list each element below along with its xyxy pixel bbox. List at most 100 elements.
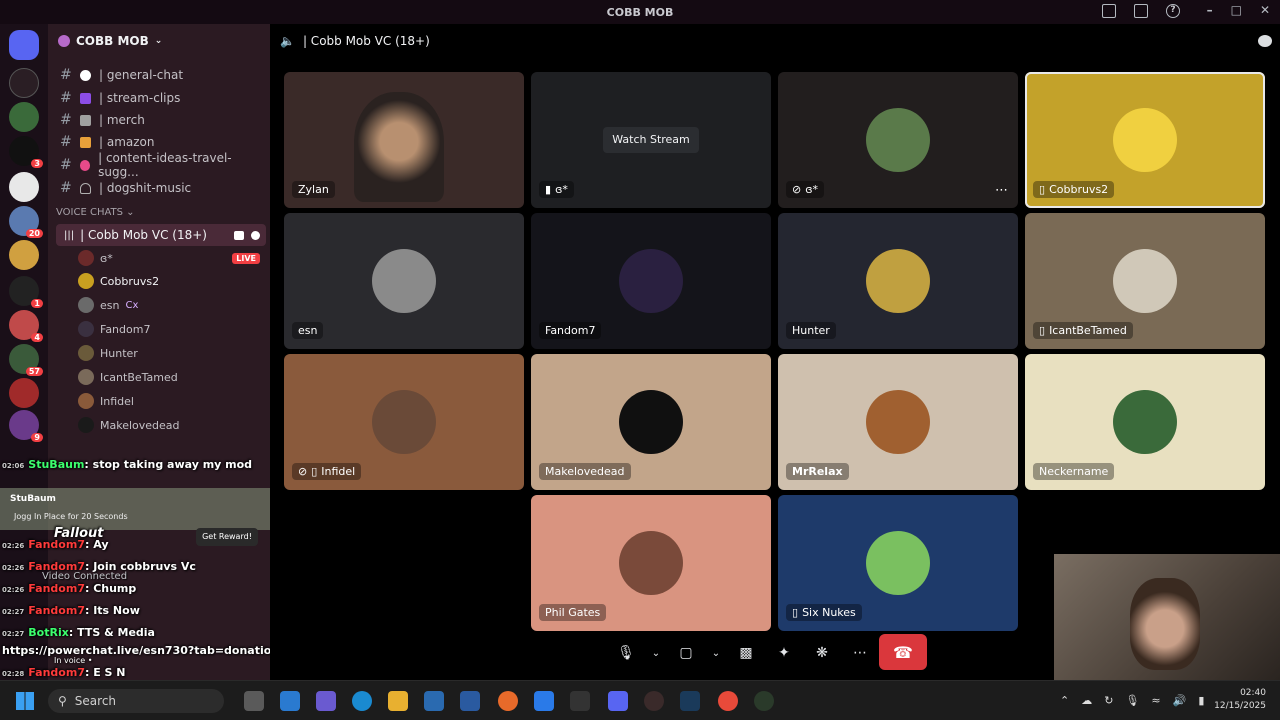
avatar: [78, 345, 94, 361]
disconnect-button[interactable]: ☎: [879, 634, 927, 670]
participant-tile[interactable]: Hunter: [778, 213, 1018, 349]
member-name: Infidel: [100, 394, 134, 408]
edge-icon[interactable]: [352, 691, 372, 711]
search-label: Search: [74, 694, 117, 708]
chat-message: 02:26 Fandom7: Chump: [2, 582, 136, 595]
get-reward-button[interactable]: Get Reward!: [196, 528, 258, 546]
soundboard-icon[interactable]: ❋: [808, 639, 836, 667]
help-icon[interactable]: ?: [1166, 4, 1180, 18]
screen-share-icon[interactable]: ▩: [732, 639, 760, 667]
voice-member[interactable]: IcantBeTamed: [78, 366, 264, 388]
file-explorer-icon[interactable]: [388, 691, 408, 711]
channel-merch[interactable]: # | merch: [56, 109, 262, 131]
chat-icon[interactable]: [234, 230, 244, 240]
participant-tile[interactable]: Zylan: [284, 72, 524, 208]
invite-icon[interactable]: [251, 230, 260, 240]
cloud-icon[interactable]: ☁: [1081, 694, 1092, 707]
voice-channel[interactable]: ||| | Cobb Mob VC (18+): [56, 224, 266, 246]
camera-off-icon[interactable]: ▢: [672, 639, 700, 667]
mail-icon[interactable]: [460, 691, 480, 711]
task-view-icon[interactable]: [244, 691, 264, 711]
channel-amazon[interactable]: # | amazon: [56, 131, 262, 153]
server-icon[interactable]: [9, 410, 44, 442]
participant-tile[interactable]: esn: [284, 213, 524, 349]
voice-member[interactable]: ɞ* LIVE: [78, 247, 264, 269]
server-icon[interactable]: [9, 206, 43, 238]
inbox-icon[interactable]: [1102, 4, 1116, 18]
close-button[interactable]: ✕: [1260, 3, 1270, 17]
participant-tile[interactable]: ▯ Cobbruvs2: [1025, 72, 1265, 208]
voice-member[interactable]: Infidel: [78, 390, 264, 412]
chrome-icon[interactable]: [718, 691, 738, 711]
server-icon[interactable]: [9, 172, 39, 202]
participant-name: ɞ*: [555, 183, 568, 196]
add-server-icon[interactable]: [9, 68, 39, 98]
discord-home-icon[interactable]: [9, 30, 39, 60]
channel-stream-clips[interactable]: # | stream-clips: [56, 87, 262, 109]
participant-tile[interactable]: ⊘ ▯ Infidel: [284, 354, 524, 490]
chevron-up-icon[interactable]: ⌃: [1060, 694, 1069, 707]
channel-content-ideas[interactable]: # | content-ideas-travel-sugg...: [56, 151, 262, 179]
sync-icon[interactable]: ↻: [1104, 694, 1113, 707]
server-icon[interactable]: [9, 240, 39, 270]
dropbox-icon[interactable]: [534, 691, 554, 711]
activities-icon[interactable]: ✦: [770, 639, 798, 667]
server-icon[interactable]: [9, 102, 39, 132]
voice-chats-category[interactable]: VOICE CHATS ⌄: [56, 207, 135, 218]
microphone-icon[interactable]: 🎙: [612, 639, 640, 667]
channel-label: | stream-clips: [99, 91, 181, 105]
voice-member[interactable]: Fandom7: [78, 318, 264, 340]
search-box[interactable]: ⚲ Search: [48, 689, 224, 713]
wifi-icon[interactable]: ≈: [1151, 694, 1160, 707]
store-icon[interactable]: [424, 691, 444, 711]
participant-tile[interactable]: Watch Stream ▮ ɞ*: [531, 72, 771, 208]
participant-tile[interactable]: ⊘ ɞ* ⋯: [778, 72, 1018, 208]
chevron-down-icon[interactable]: ⌄: [650, 639, 662, 667]
voice-member[interactable]: Hunter: [78, 342, 264, 364]
volume-icon[interactable]: 🔊: [1173, 694, 1187, 707]
channel-general-chat[interactable]: # | general-chat: [56, 64, 262, 86]
participant-tag: ▯ Six Nukes: [786, 604, 862, 621]
windows-start-icon[interactable]: [16, 692, 34, 710]
microphone-icon[interactable]: 🎙: [1125, 694, 1139, 707]
more-options-icon[interactable]: ⋯: [995, 183, 1008, 198]
maximize-button[interactable]: □: [1231, 3, 1242, 17]
voice-channel-label: | Cobb Mob VC (18+): [80, 228, 207, 242]
voice-member[interactable]: Cobbruvs2: [78, 270, 264, 292]
chat-icon[interactable]: [1258, 35, 1272, 47]
chat-message: https://powerchat.live/esn730?tab=donati…: [2, 644, 279, 657]
notion-icon[interactable]: [570, 691, 590, 711]
voice-member[interactable]: Makelovedead: [78, 414, 264, 436]
participant-tile[interactable]: ▯ IcantBeTamed: [1025, 213, 1265, 349]
clock[interactable]: 02:40 12/15/2025: [1214, 687, 1266, 713]
voice-member[interactable]: esn Cx: [78, 294, 264, 316]
app-icon[interactable]: [754, 691, 774, 711]
firefox-icon[interactable]: [498, 691, 518, 711]
channel-dogshit-music[interactable]: # | dogshit-music: [56, 177, 262, 199]
chevron-down-icon[interactable]: ⌄: [710, 639, 722, 667]
steam-icon[interactable]: [680, 691, 700, 711]
widgets-icon[interactable]: [280, 691, 300, 711]
chat-app-icon[interactable]: [316, 691, 336, 711]
participant-tile[interactable]: Fandom7: [531, 213, 771, 349]
live-badge: LIVE: [232, 252, 260, 264]
participant-tile[interactable]: Neckername: [1025, 354, 1265, 490]
hash-icon: #: [60, 67, 72, 83]
discord-icon[interactable]: [608, 691, 628, 711]
server-icon[interactable]: [9, 344, 43, 376]
server-icon[interactable]: [9, 378, 39, 408]
server-icon[interactable]: [9, 276, 44, 308]
guild-header[interactable]: COBB MOB ⌄: [48, 24, 270, 58]
more-options-icon[interactable]: ⋯: [846, 639, 874, 667]
watch-stream-button[interactable]: Watch Stream: [603, 127, 699, 153]
battery-icon[interactable]: ▮: [1198, 694, 1204, 707]
participant-tile[interactable]: Makelovedead: [531, 354, 771, 490]
participant-tile[interactable]: MrRelax: [778, 354, 1018, 490]
minimize-button[interactable]: –: [1207, 3, 1213, 17]
server-icon[interactable]: [9, 310, 44, 342]
obs-icon[interactable]: [644, 691, 664, 711]
server-icon[interactable]: [9, 136, 44, 168]
monitor-icon[interactable]: [1134, 4, 1148, 18]
participant-tile[interactable]: ▯ Six Nukes: [778, 495, 1018, 631]
participant-tile[interactable]: Phil Gates: [531, 495, 771, 631]
